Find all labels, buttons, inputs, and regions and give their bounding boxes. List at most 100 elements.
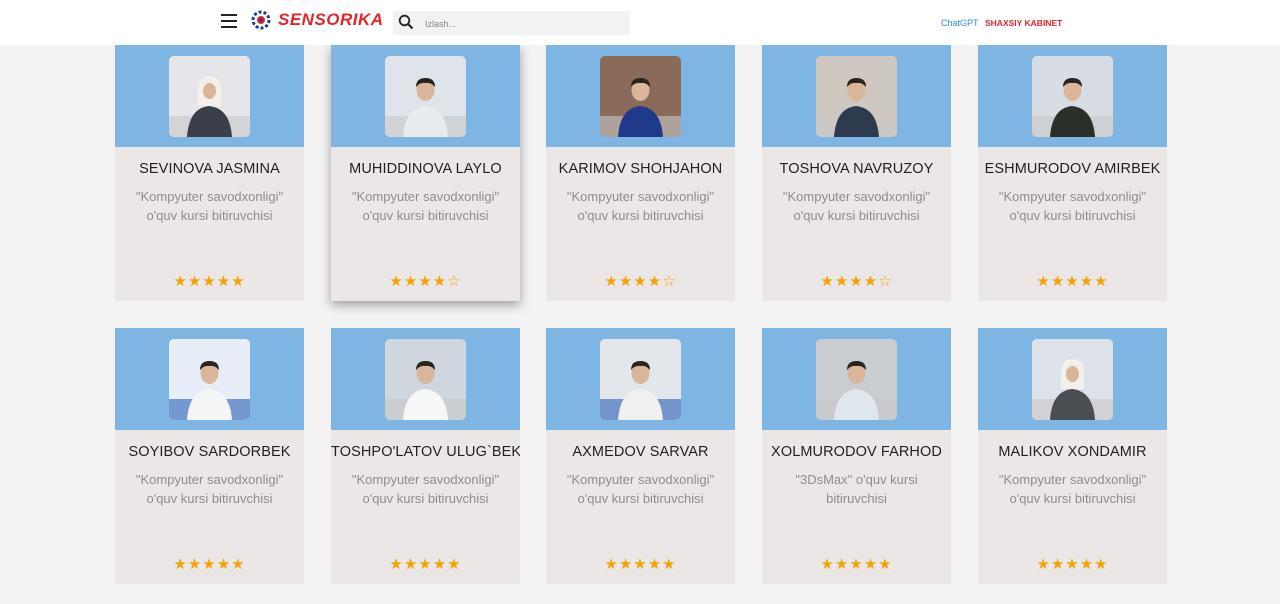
- description-line: "3DsMax" o'quv kursi: [795, 472, 918, 487]
- graduate-description: "Kompyuter savodxonligi" o'quv kursi biti…: [343, 187, 508, 225]
- graduate-name: AXMEDOV SARVAR: [572, 444, 709, 460]
- description-line: "Kompyuter savodxonligi": [566, 472, 715, 487]
- graduate-photo: [1032, 339, 1113, 420]
- star-filled-icon: ★: [834, 273, 850, 290]
- star-filled-icon: ★: [1065, 273, 1080, 290]
- graduate-card[interactable]: TOSHOVA NAVRUZOY "Kompyuter savodxonligi"…: [762, 45, 951, 301]
- card-photo-area: [978, 45, 1167, 147]
- star-filled-icon: ★: [878, 556, 893, 573]
- graduate-photo: [816, 339, 897, 420]
- graduate-card[interactable]: KARIMOV SHOHJAHON "Kompyuter savodxonligi…: [546, 45, 735, 301]
- graduate-description: "Kompyuter savodxonligi" o'quv kursi biti…: [558, 187, 723, 225]
- personal-cabinet-link[interactable]: SHAXSIY KABINET: [985, 18, 1062, 28]
- star-filled-icon: ★: [820, 556, 835, 573]
- star-filled-icon: ★: [216, 273, 232, 290]
- star-filled-icon: ★: [647, 273, 663, 290]
- graduate-card[interactable]: MUHIDDINOVA LAYLO "Kompyuter savodxonligi…: [331, 45, 520, 301]
- description-line: "Kompyuter savodxonligi": [351, 472, 500, 487]
- graduate-description: "Kompyuter savodxonligi" o'quv kursi biti…: [774, 187, 939, 225]
- graduate-photo: [600, 339, 681, 420]
- star-filled-icon: ★: [1050, 273, 1066, 290]
- site-header: SENSORIKA ChatGPT SHAXSIY KABINET: [0, 0, 1280, 45]
- description-line: "Kompyuter savodxonligi": [566, 189, 715, 204]
- star-filled-icon: ★: [1079, 556, 1095, 573]
- description-line: o'quv kursi bitiruvchisi: [362, 491, 489, 506]
- description-line: bitiruvchisi: [826, 491, 887, 506]
- star-filled-icon: ★: [187, 273, 203, 290]
- star-filled-icon: ★: [820, 273, 835, 290]
- star-filled-icon: ★: [1094, 273, 1109, 290]
- graduate-name: SOYIBOV SARDORBEK: [128, 444, 291, 460]
- star-filled-icon: ★: [418, 273, 433, 290]
- description-line: o'quv kursi bitiruvchisi: [362, 208, 489, 223]
- graduate-description: "Kompyuter savodxonligi" o'quv kursi biti…: [558, 470, 723, 508]
- graduate-description: "Kompyuter savodxonligi" o'quv kursi biti…: [343, 470, 508, 508]
- graduate-photo: [1032, 56, 1113, 137]
- star-filled-icon: ★: [403, 556, 419, 573]
- graduate-card[interactable]: MALIKOV XONDAMIR "Kompyuter savodxonligi"…: [978, 328, 1167, 584]
- star-filled-icon: ★: [173, 556, 188, 573]
- star-rating: ★★★★★: [978, 272, 1167, 290]
- site-logo[interactable]: SENSORIKA: [250, 9, 386, 33]
- star-filled-icon: ★: [604, 556, 619, 573]
- star-filled-icon: ★: [389, 556, 404, 573]
- graduate-name: TOSHPO'LATOV ULUG`BEK: [331, 444, 520, 460]
- graduate-card[interactable]: AXMEDOV SARVAR "Kompyuter savodxonligi" o'…: [546, 328, 735, 584]
- star-rating: ★★★★☆: [331, 272, 520, 290]
- card-photo-area: [115, 45, 304, 147]
- star-filled-icon: ★: [618, 556, 634, 573]
- star-rating: ★★★★★: [546, 555, 735, 573]
- graduate-card[interactable]: TOSHPO'LATOV ULUG`BEK "Kompyuter savodxon…: [331, 328, 520, 584]
- star-filled-icon: ★: [647, 556, 663, 573]
- graduate-photo: [600, 56, 681, 137]
- graduate-name: MUHIDDINOVA LAYLO: [349, 161, 502, 177]
- star-filled-icon: ★: [618, 273, 634, 290]
- description-line: "Kompyuter savodxonligi": [135, 472, 284, 487]
- search-box: [393, 11, 630, 35]
- star-filled-icon: ★: [187, 556, 203, 573]
- star-rating: ★★★★★: [115, 272, 304, 290]
- star-filled-icon: ★: [202, 556, 217, 573]
- description-line: o'quv kursi bitiruvchisi: [1009, 491, 1136, 506]
- graduate-name: XOLMURODOV FARHOD: [771, 444, 942, 460]
- star-rating: ★★★★★: [978, 555, 1167, 573]
- star-filled-icon: ★: [863, 273, 879, 290]
- card-photo-area: [762, 45, 951, 147]
- chatgpt-link[interactable]: ChatGPT: [941, 18, 979, 28]
- card-photo-area: [546, 328, 735, 430]
- description-line: "Kompyuter savodxonligi": [782, 189, 931, 204]
- star-filled-icon: ★: [849, 556, 864, 573]
- description-line: "Kompyuter savodxonligi": [135, 189, 284, 204]
- star-empty-icon: ☆: [447, 273, 462, 290]
- star-filled-icon: ★: [231, 273, 246, 290]
- graduate-name: ESHMURODOV AMIRBEK: [984, 161, 1161, 177]
- star-filled-icon: ★: [1094, 556, 1109, 573]
- star-filled-icon: ★: [849, 273, 864, 290]
- description-line: "Kompyuter savodxonligi": [998, 189, 1147, 204]
- star-filled-icon: ★: [1050, 556, 1066, 573]
- hamburger-menu-icon[interactable]: [221, 14, 237, 30]
- search-input[interactable]: [423, 13, 627, 35]
- card-photo-area: [546, 45, 735, 147]
- star-filled-icon: ★: [1036, 273, 1051, 290]
- graduate-card[interactable]: SOYIBOV SARDORBEK "Kompyuter savodxonligi…: [115, 328, 304, 584]
- graduate-description: "Kompyuter savodxonligi" o'quv kursi biti…: [127, 470, 292, 508]
- search-icon[interactable]: [398, 14, 414, 30]
- graduates-grid: SEVINOVA JASMINA "Kompyuter savodxonligi"…: [0, 0, 1280, 604]
- description-line: "Kompyuter savodxonligi": [351, 189, 500, 204]
- graduate-photo: [169, 339, 250, 420]
- description-line: o'quv kursi bitiruvchisi: [577, 491, 704, 506]
- star-filled-icon: ★: [863, 556, 879, 573]
- star-filled-icon: ★: [403, 273, 419, 290]
- card-photo-area: [331, 45, 520, 147]
- description-line: o'quv kursi bitiruvchisi: [1009, 208, 1136, 223]
- description-line: o'quv kursi bitiruvchisi: [577, 208, 704, 223]
- graduate-card[interactable]: SEVINOVA JASMINA "Kompyuter savodxonligi"…: [115, 45, 304, 301]
- star-filled-icon: ★: [389, 273, 404, 290]
- graduate-card[interactable]: ESHMURODOV AMIRBEK "Kompyuter savodxonlig…: [978, 45, 1167, 301]
- star-filled-icon: ★: [173, 273, 188, 290]
- graduate-card[interactable]: XOLMURODOV FARHOD "3DsMax" o'quv kursi bit…: [762, 328, 951, 584]
- star-filled-icon: ★: [231, 556, 246, 573]
- card-photo-area: [115, 328, 304, 430]
- graduate-description: "3DsMax" o'quv kursi bitiruvchisi: [774, 470, 939, 508]
